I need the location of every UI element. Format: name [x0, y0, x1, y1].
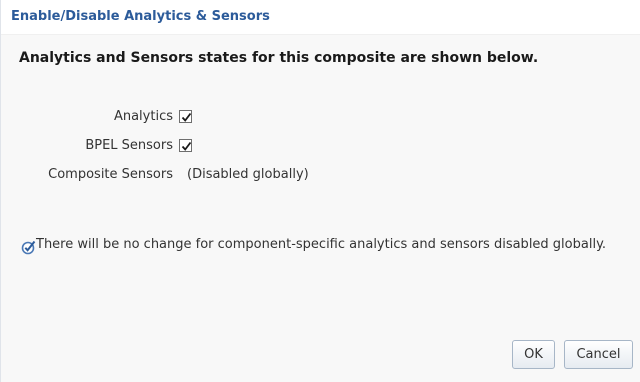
composite-sensors-label: Composite Sensors [48, 167, 173, 182]
checkmark-icon [181, 112, 192, 122]
analytics-row: Analytics [1, 108, 640, 126]
bpel-sensors-row: BPEL Sensors [1, 137, 640, 155]
composite-sensors-row: Composite Sensors (Disabled globally) [1, 166, 640, 184]
dialog-title: Enable/Disable Analytics & Sensors [11, 9, 270, 24]
checkmark-icon [181, 141, 192, 151]
analytics-sensors-dialog: Enable/Disable Analytics & Sensors Analy… [0, 0, 640, 382]
composite-sensors-value: (Disabled globally) [187, 167, 309, 182]
analytics-label: Analytics [113, 109, 173, 124]
dialog-heading: Analytics and Sensors states for this co… [19, 50, 539, 66]
bpel-sensors-label: BPEL Sensors [85, 138, 173, 153]
check-info-icon [21, 240, 36, 255]
info-text: There will be no change for component-sp… [36, 237, 607, 252]
ok-button[interactable]: OK [512, 340, 555, 369]
cancel-button[interactable]: Cancel [564, 340, 633, 369]
dialog-titlebar: Enable/Disable Analytics & Sensors [1, 0, 640, 35]
bpel-sensors-checkbox[interactable] [179, 139, 192, 152]
analytics-checkbox[interactable] [179, 110, 192, 123]
